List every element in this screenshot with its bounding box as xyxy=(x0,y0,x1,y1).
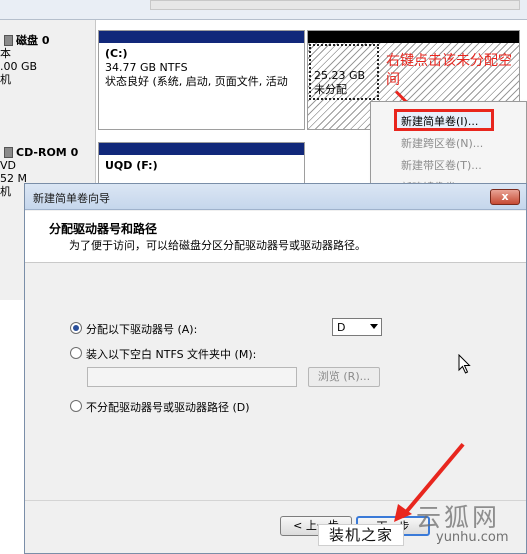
option-assign-drive-letter-label: 分配以下驱动器号 (A): xyxy=(86,323,198,336)
partition-c[interactable]: (C:) 34.77 GB NTFS 状态良好 (系统, 启动, 页面文件, 活… xyxy=(98,30,305,130)
wizard-header: 分配驱动器号和路径 为了便于访问，可以给磁盘分区分配驱动器号或驱动器路径。 xyxy=(25,211,526,263)
menu-item-new-spanned-volume[interactable]: 新建跨区卷(N)... xyxy=(401,135,483,151)
instruction-annotation: 右键点击该未分配空间 xyxy=(386,53,512,88)
watermark-site-cn: 装机之家 xyxy=(318,524,404,546)
top-toolbar-strip xyxy=(0,0,527,20)
context-menu: 新建简单卷(I)... 新建跨区卷(N)... 新建带区卷(T)... 新建镜像… xyxy=(370,101,527,191)
partition-c-status: 状态良好 (系统, 启动, 页面文件, 活动 xyxy=(105,75,288,88)
wizard-heading: 分配驱动器号和路径 xyxy=(49,222,158,236)
disk0-label[interactable]: 磁盘 0 本 .00 GB 机 xyxy=(0,34,96,86)
option-no-drive-letter-label: 不分配驱动器号或驱动器路径 (D) xyxy=(86,401,250,414)
wizard-titlebar[interactable]: 新建简单卷向导 x xyxy=(25,184,526,210)
radio-assign-drive-letter[interactable] xyxy=(70,322,82,334)
cdrom-icon xyxy=(4,147,13,158)
disk0-name: 磁盘 0 xyxy=(16,34,50,47)
chevron-down-icon xyxy=(370,324,378,329)
watermark-url: yunhu.com xyxy=(436,530,509,545)
partition-c-bar xyxy=(99,31,304,43)
partition-c-label: (C:) xyxy=(105,47,128,60)
close-button[interactable]: x xyxy=(490,189,520,205)
disk0-type: 本 xyxy=(0,47,11,60)
partition-c-size: 34.77 GB NTFS xyxy=(105,61,188,74)
disk0-size: .00 GB xyxy=(0,60,38,73)
partition-f[interactable]: UQD (F:) xyxy=(98,142,305,186)
horizontal-scrollbar[interactable] xyxy=(150,0,520,10)
watermark-brand: 云狐网 xyxy=(416,503,501,532)
disk0-status: 机 xyxy=(0,73,11,86)
selection-frame xyxy=(309,44,379,100)
disk-icon xyxy=(4,35,13,46)
partition-f-bar xyxy=(99,143,304,155)
watermark: 装机之家 云狐网 yunhu.com xyxy=(318,494,527,554)
menu-item-new-striped-volume[interactable]: 新建带区卷(T)... xyxy=(401,157,482,173)
cdrom0-type: VD xyxy=(0,159,16,172)
partition-f-label: UQD (F:) xyxy=(105,159,158,172)
unallocated-bar xyxy=(308,31,519,43)
folder-path-input[interactable] xyxy=(87,367,297,387)
drive-letter-value: D xyxy=(337,321,346,334)
radio-no-drive-letter[interactable] xyxy=(70,400,82,412)
radio-mount-folder[interactable] xyxy=(70,347,82,359)
mouse-cursor-icon xyxy=(458,354,471,374)
option-mount-folder-label: 装入以下空白 NTFS 文件夹中 (M): xyxy=(86,348,257,361)
wizard-subheading: 为了便于访问，可以给磁盘分区分配驱动器号或驱动器路径。 xyxy=(69,239,366,252)
menu-item-new-simple-volume[interactable]: 新建简单卷(I)... xyxy=(401,113,478,129)
cdrom0-name: CD-ROM 0 xyxy=(16,146,79,159)
drive-letter-select[interactable]: D xyxy=(332,318,382,336)
wizard-title: 新建简单卷向导 xyxy=(33,192,110,205)
browse-button[interactable]: 浏览 (R)... xyxy=(308,367,380,387)
